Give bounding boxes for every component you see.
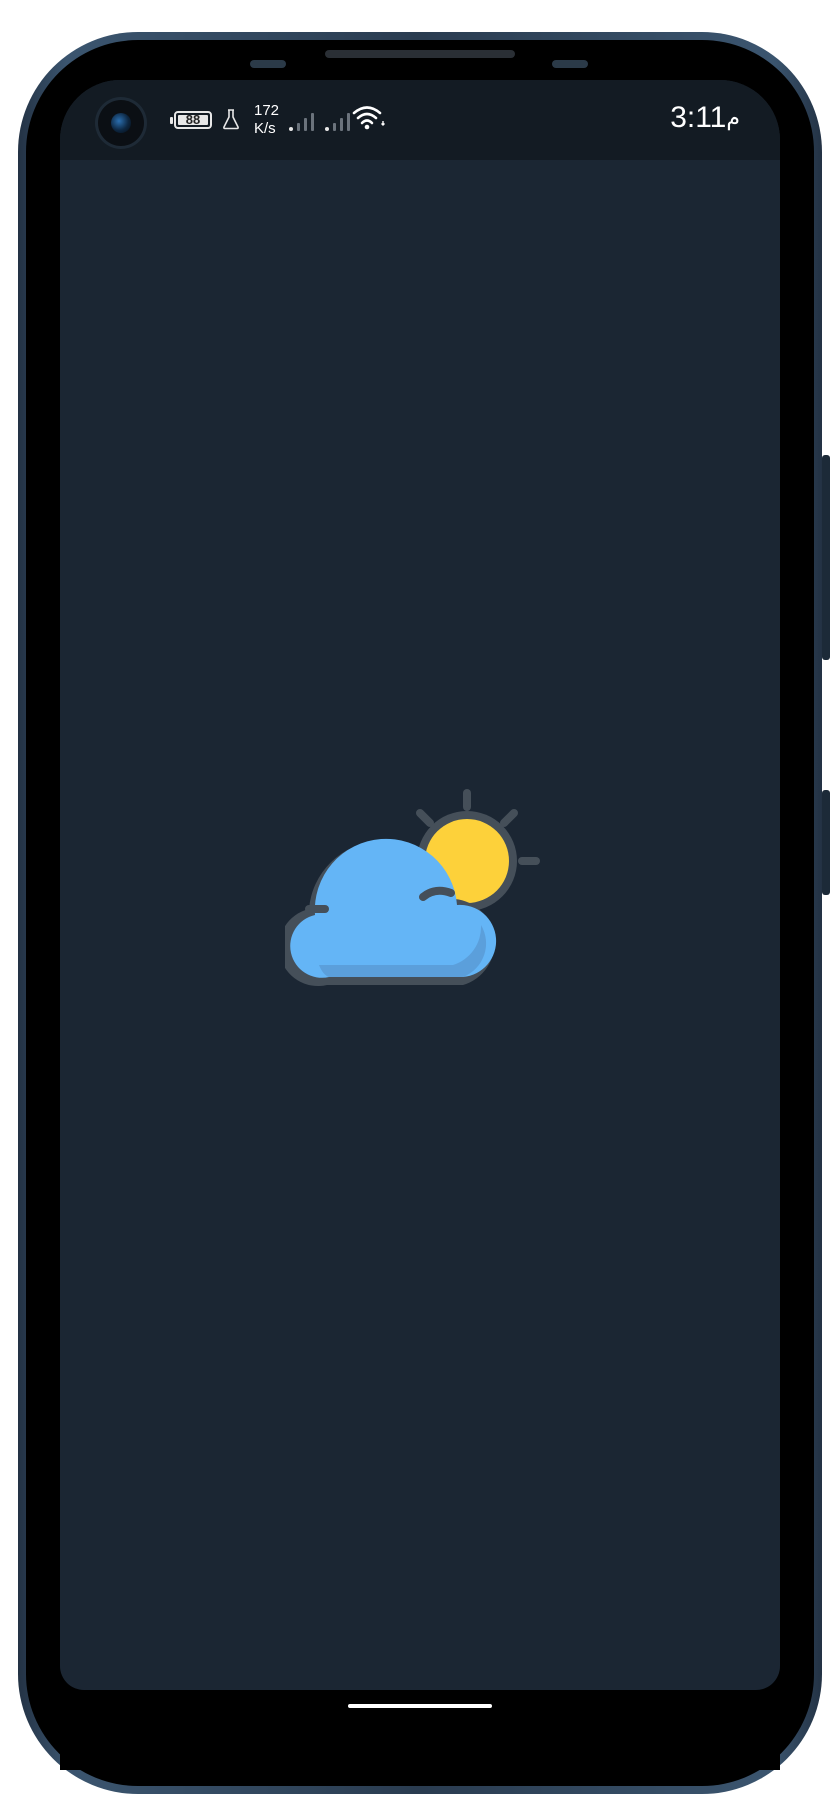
sensor-left	[250, 60, 286, 68]
time-label: 3:11	[670, 101, 727, 134]
home-indicator[interactable]	[348, 1704, 492, 1708]
sensor-right	[552, 60, 588, 68]
flask-icon	[223, 109, 239, 130]
front-camera	[98, 100, 144, 146]
status-clock: م3:11	[670, 101, 748, 135]
partly-cloudy-weather-icon	[285, 789, 540, 987]
wifi-icon	[352, 106, 385, 130]
network-speed: 172 K/s	[254, 102, 279, 138]
volume-button	[822, 455, 830, 660]
ampm-label: م	[726, 105, 740, 130]
navigation-bar	[60, 1690, 780, 1770]
battery-icon: 88	[170, 111, 212, 129]
network-speed-value: 172	[254, 102, 280, 119]
signal-strength-icon	[289, 113, 314, 131]
earpiece	[325, 50, 515, 58]
screen: 88 172 K/s م3:11	[60, 80, 780, 1690]
battery-level: 88	[185, 112, 201, 127]
network-speed-unit: K/s	[254, 120, 276, 137]
status-bar: 88 172 K/s م3:11	[60, 80, 780, 160]
power-button	[822, 790, 830, 895]
